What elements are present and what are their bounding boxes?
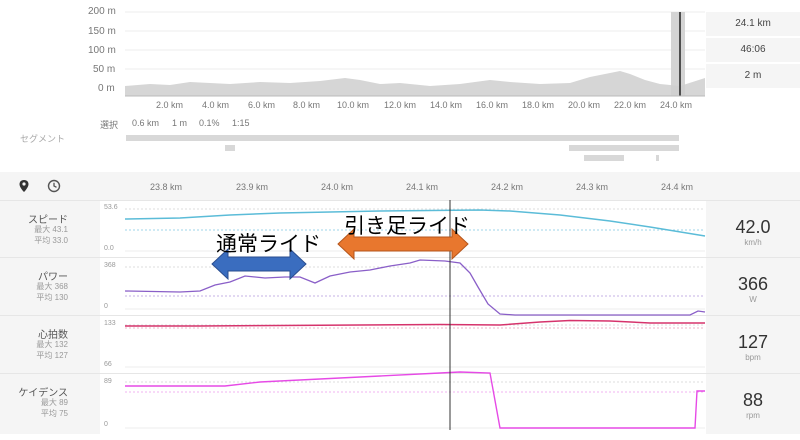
annotation-normal: 通常ライド bbox=[216, 233, 321, 256]
power-line bbox=[124, 259, 706, 316]
annotation-pull: 引き足ライド bbox=[344, 215, 470, 238]
cadence-line bbox=[125, 371, 705, 429]
